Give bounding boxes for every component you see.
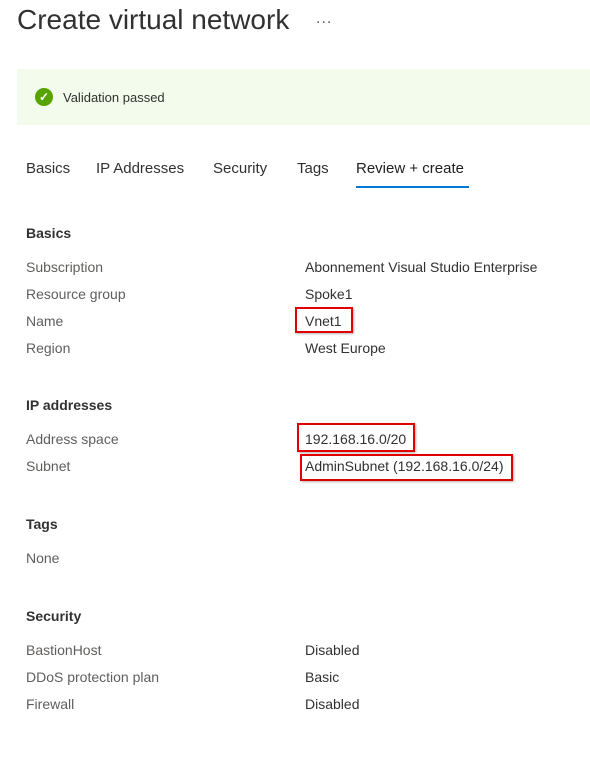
tab-review-create[interactable]: Review + create bbox=[356, 160, 464, 177]
page-title: Create virtual network bbox=[17, 4, 290, 35]
label-region: Region bbox=[26, 340, 71, 356]
tab-ip-addresses[interactable]: IP Addresses bbox=[96, 160, 184, 177]
tab-basics[interactable]: Basics bbox=[26, 160, 70, 177]
label-ddos-plan: DDoS protection plan bbox=[26, 669, 160, 685]
more-options-button[interactable]: ... bbox=[316, 10, 332, 28]
section-tags: Tags bbox=[26, 516, 58, 532]
check-circle-icon: ✓ bbox=[35, 88, 53, 106]
value-firewall: Disabled bbox=[305, 696, 360, 712]
value-subscription: Abonnement Visual Studio Enterprise bbox=[305, 259, 538, 275]
highlight-box bbox=[295, 307, 353, 333]
tab-tags[interactable]: Tags bbox=[297, 160, 329, 177]
value-tags: None bbox=[26, 550, 60, 566]
value-ddos-plan: Basic bbox=[305, 669, 340, 685]
active-tab-indicator bbox=[356, 186, 469, 188]
value-resource-group: Spoke1 bbox=[305, 286, 353, 302]
validation-text: Validation passed bbox=[63, 90, 165, 105]
value-region: West Europe bbox=[305, 340, 386, 356]
label-bastion-host: BastionHost bbox=[26, 642, 102, 658]
label-resource-group: Resource group bbox=[26, 286, 126, 302]
tab-security[interactable]: Security bbox=[213, 160, 267, 177]
label-address-space: Address space bbox=[26, 431, 119, 447]
label-subscription: Subscription bbox=[26, 259, 104, 275]
section-security: Security bbox=[26, 608, 82, 624]
label-name: Name bbox=[26, 313, 64, 329]
highlight-box bbox=[300, 454, 513, 481]
section-basics: Basics bbox=[26, 225, 72, 241]
label-subnet: Subnet bbox=[26, 458, 71, 474]
value-bastion-host: Disabled bbox=[305, 642, 360, 658]
label-firewall: Firewall bbox=[26, 696, 75, 712]
section-ip-addresses: IP addresses bbox=[26, 397, 113, 413]
highlight-box bbox=[297, 423, 415, 452]
